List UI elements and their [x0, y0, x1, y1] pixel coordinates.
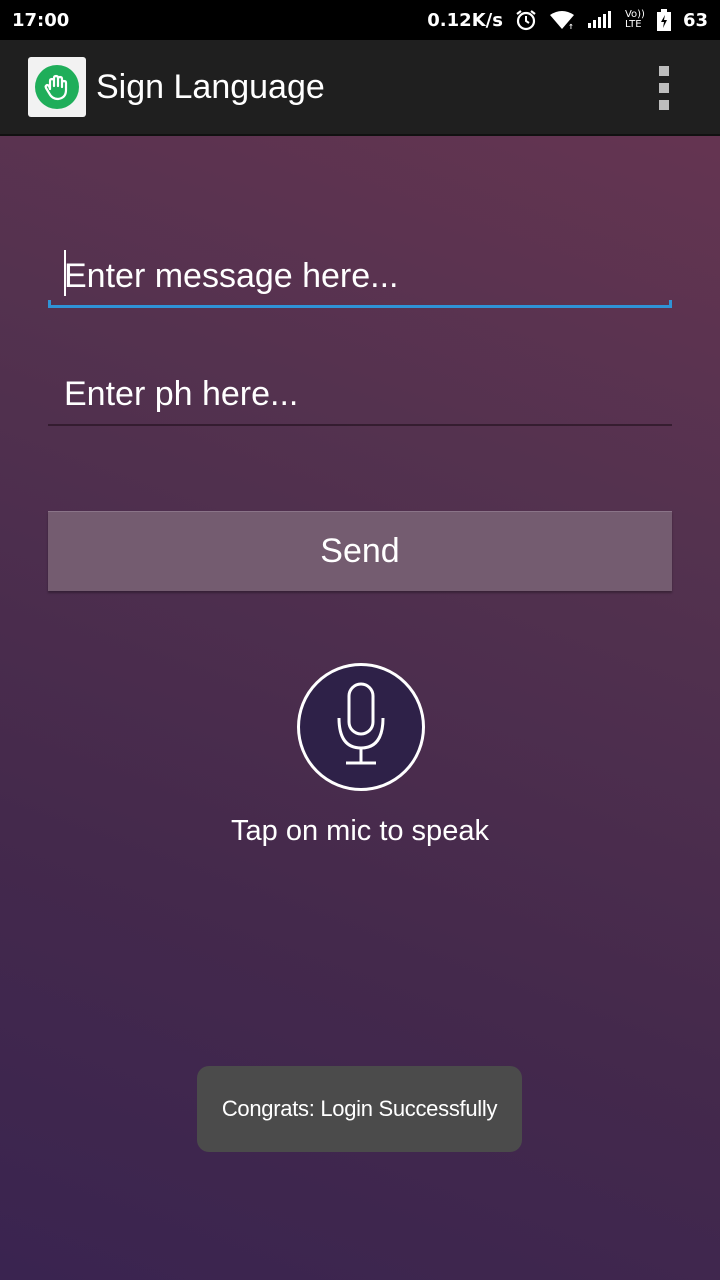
send-button[interactable]: Send [48, 511, 672, 591]
mic-hint: Tap on mic to speak [231, 815, 489, 847]
network-speed: 0.12K/s [427, 9, 503, 31]
message-input[interactable] [48, 248, 672, 304]
message-underline [48, 300, 672, 308]
mic-button[interactable] [297, 663, 425, 791]
alarm-icon [515, 9, 537, 31]
action-bar: Sign Language [0, 40, 720, 136]
wifi-icon: ↑↓ [549, 10, 575, 30]
signal-icon [587, 11, 613, 29]
battery-level: 63 [682, 9, 708, 31]
phone-field[interactable] [48, 366, 672, 426]
battery-icon [656, 9, 671, 31]
svg-text:↑↓: ↑↓ [568, 23, 575, 30]
status-time: 17:00 [12, 9, 70, 31]
overflow-menu-icon[interactable] [652, 66, 676, 110]
status-right: 0.12K/s ↑↓ Vo)) LTE [427, 9, 708, 31]
volte-bottom-text: LTE [624, 19, 642, 30]
hand-logo-icon[interactable] [28, 57, 86, 117]
message-field[interactable] [48, 248, 672, 308]
volte-icon: Vo)) LTE [625, 10, 645, 30]
phone-input[interactable] [48, 366, 672, 422]
toast-message: Congrats: Login Successfully [197, 1066, 522, 1152]
microphone-icon [331, 682, 391, 773]
phone-underline [48, 424, 672, 426]
text-caret [64, 250, 66, 296]
app-title: Sign Language [96, 68, 325, 106]
status-bar: 17:00 0.12K/s ↑↓ Vo)) [0, 0, 720, 40]
